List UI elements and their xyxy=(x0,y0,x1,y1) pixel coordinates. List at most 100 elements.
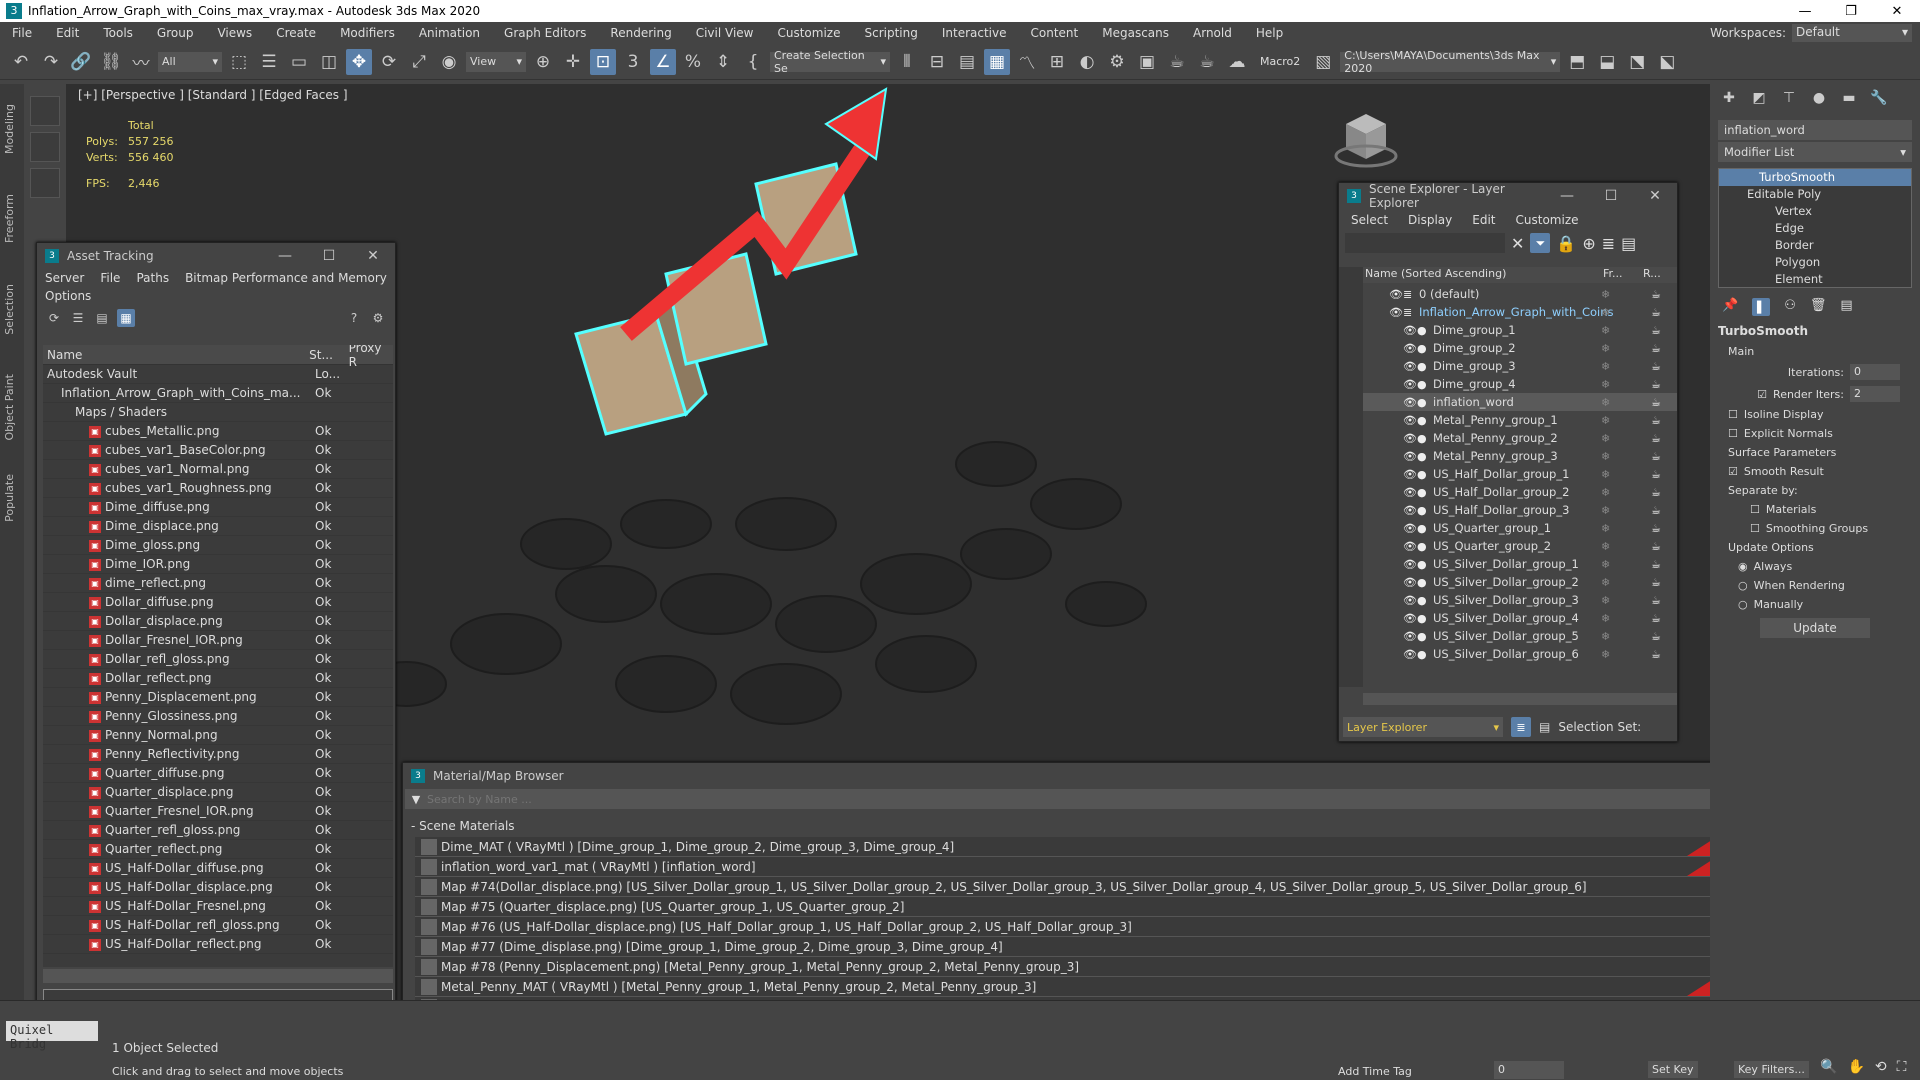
asset-row[interactable]: ▣ Dollar_diffuse.png Ok xyxy=(43,593,393,612)
options-arrow-icon[interactable]: ▼ xyxy=(405,793,427,806)
asset-row[interactable]: ▣ Dime_displace.png Ok xyxy=(43,517,393,536)
menu-file[interactable]: File xyxy=(0,26,44,40)
curve-editor-icon[interactable]: 〽 xyxy=(1014,49,1040,75)
add-time-tag[interactable]: Add Time Tag xyxy=(1338,1065,1412,1078)
isoline-row[interactable]: ☐ Isoline Display xyxy=(1710,405,1920,424)
scene-row[interactable]: 👁 ● US_Silver_Dollar_group_3 ❄ ☕ xyxy=(1363,591,1677,609)
asset-row[interactable]: ▣ Quarter_Fresnel_IOR.png Ok xyxy=(43,802,393,821)
scene-explorer-titlebar[interactable]: 3 Scene Explorer - Layer Explorer — ☐ ✕ xyxy=(1339,182,1677,210)
asset-row[interactable]: ▣ Dollar_Fresnel_IOR.png Ok xyxy=(43,631,393,650)
quixel-bridge-field[interactable]: Quixel Bridg xyxy=(6,1021,98,1051)
project-folder-icon[interactable]: ⬒ xyxy=(1564,49,1590,75)
material-search-input[interactable] xyxy=(427,792,1735,806)
visibility-eye-icon[interactable]: 👁 xyxy=(1389,306,1403,319)
scale-icon[interactable]: ⤢ xyxy=(406,49,432,75)
freeze-icon[interactable]: ❄ xyxy=(1601,486,1610,499)
ribbon-tool-1[interactable] xyxy=(30,96,60,126)
redo-icon[interactable]: ↷ xyxy=(38,49,64,75)
menu-options[interactable]: Options xyxy=(45,289,91,303)
renderable-icon[interactable]: ☕ xyxy=(1651,414,1661,427)
menu-tools[interactable]: Tools xyxy=(91,26,145,40)
asset-row[interactable]: ▣ Dollar_refl_gloss.png Ok xyxy=(43,650,393,669)
scene-row[interactable]: 👁 ● inflation_word ❄ ☕ xyxy=(1363,393,1677,411)
turbosmooth-rollout[interactable]: TurboSmooth xyxy=(1710,320,1920,342)
visibility-eye-icon[interactable]: 👁 xyxy=(1403,540,1417,553)
visibility-eye-icon[interactable]: 👁 xyxy=(1403,378,1417,391)
place-icon[interactable]: ◉ xyxy=(436,49,462,75)
spinner-snap-icon[interactable]: ⇕ xyxy=(710,49,736,75)
material-row[interactable]: Map #77 (Dime_displase.png) [Dime_group_… xyxy=(415,937,1725,957)
when-rendering-radio[interactable]: ○ xyxy=(1738,579,1748,592)
asset-row[interactable]: ▣ Dime_gloss.png Ok xyxy=(43,536,393,555)
scene-row[interactable]: 👁 ● Dime_group_1 ❄ ☕ xyxy=(1363,321,1677,339)
orbit-icon[interactable]: ⟲ xyxy=(1875,1059,1887,1075)
layers-toggle-icon[interactable]: ≣ xyxy=(1511,717,1531,737)
mirror-icon[interactable]: ⫴ xyxy=(894,49,920,75)
asset-row[interactable]: ▣ cubes_var1_BaseColor.png Ok xyxy=(43,441,393,460)
key-filters-button[interactable]: Key Filters... xyxy=(1734,1061,1809,1078)
freeze-icon[interactable]: ❄ xyxy=(1601,558,1610,571)
renderable-icon[interactable]: ☕ xyxy=(1651,558,1661,571)
visibility-eye-icon[interactable]: 👁 xyxy=(1403,612,1417,625)
table-view-icon[interactable]: ▦ xyxy=(117,309,135,327)
renderable-icon[interactable]: ☕ xyxy=(1651,468,1661,481)
settings-icon[interactable]: ⚙ xyxy=(369,309,387,327)
toggle-ribbon-icon[interactable]: ▦ xyxy=(984,48,1010,75)
modifier-stack[interactable]: TurboSmooth Editable Poly Vertex Edge Border… xyxy=(1718,168,1912,288)
asset-row[interactable]: ▣ US_Half-Dollar_refl_gloss.png Ok xyxy=(43,916,393,935)
create-tab-icon[interactable]: ✚ xyxy=(1718,90,1740,112)
select-object-icon[interactable]: ⬚ xyxy=(226,49,252,75)
remove-modifier-icon[interactable]: 🗑 xyxy=(1810,298,1827,316)
menu-paths[interactable]: Paths xyxy=(136,271,169,285)
menu-display[interactable]: Display xyxy=(1408,213,1452,227)
visibility-eye-icon[interactable]: 👁 xyxy=(1403,486,1417,499)
menu-scripting[interactable]: Scripting xyxy=(852,26,929,40)
pin-stack-icon[interactable]: 📌 xyxy=(1722,298,1738,316)
utilities-tab-icon[interactable]: 🔧 xyxy=(1868,90,1890,112)
workspaces-dropdown[interactable]: Default ▾ xyxy=(1792,24,1912,42)
renderable-icon[interactable]: ☕ xyxy=(1651,486,1661,499)
layer-explorer-icon[interactable]: ▤ xyxy=(954,49,980,75)
menu-bitmap-performance[interactable]: Bitmap Performance and Memory xyxy=(185,271,387,285)
when-rendering-row[interactable]: ○ When Rendering xyxy=(1710,576,1920,595)
scene-row[interactable]: 👁 ● Dime_group_3 ❄ ☕ xyxy=(1363,357,1677,375)
always-radio[interactable]: ◉ xyxy=(1738,560,1748,573)
menu-edit[interactable]: Edit xyxy=(1472,213,1495,227)
freeze-icon[interactable]: ❄ xyxy=(1601,288,1610,301)
renderable-icon[interactable]: ☕ xyxy=(1651,612,1661,625)
col-render[interactable]: R... xyxy=(1643,267,1661,283)
thumbnail-view-icon[interactable]: ▤ xyxy=(93,309,111,327)
asset-row[interactable]: ▣ Penny_Glossiness.png Ok xyxy=(43,707,393,726)
macro-icon[interactable]: ▧ xyxy=(1310,49,1336,75)
freeze-icon[interactable]: ❄ xyxy=(1601,378,1610,391)
visibility-eye-icon[interactable]: 👁 xyxy=(1403,558,1417,571)
asset-row[interactable]: ▣ Penny_Normal.png Ok xyxy=(43,726,393,745)
maximize-viewport-icon[interactable]: ⛶ xyxy=(1897,1059,1907,1075)
freeze-icon[interactable]: ❄ xyxy=(1601,504,1610,517)
hierarchy-tab-icon[interactable]: ⊤ xyxy=(1778,90,1800,112)
modifier-stack-item[interactable]: TurboSmooth xyxy=(1719,169,1911,186)
asset-row[interactable]: ▣ dime_reflect.png Ok xyxy=(43,574,393,593)
menu-rendering[interactable]: Rendering xyxy=(598,26,683,40)
freeze-icon[interactable]: ❄ xyxy=(1601,414,1610,427)
ribbon-tool-3[interactable] xyxy=(30,168,60,198)
asset-row[interactable]: ▣ Dollar_reflect.png Ok xyxy=(43,669,393,688)
scene-row[interactable]: 👁 ● US_Quarter_group_2 ❄ ☕ xyxy=(1363,537,1677,555)
asset-row[interactable]: ▣ US_Half-Dollar_Fresnel.png Ok xyxy=(43,897,393,916)
scene-row[interactable]: 👁 ● Dime_group_2 ❄ ☕ xyxy=(1363,339,1677,357)
visibility-eye-icon[interactable]: 👁 xyxy=(1403,432,1417,445)
iterations-spinner[interactable]: 0 xyxy=(1850,364,1900,380)
visibility-eye-icon[interactable]: 👁 xyxy=(1403,630,1417,643)
render-iters-spinner[interactable]: 2 xyxy=(1850,386,1900,402)
macro-label[interactable]: Macro2 xyxy=(1254,55,1306,68)
configure-sets-icon[interactable]: ▤ xyxy=(1840,298,1852,316)
smooth-result-checkbox[interactable]: ☑ xyxy=(1728,465,1738,478)
modifier-stack-item[interactable]: Border xyxy=(1719,237,1911,254)
asset-row[interactable]: ▣ Dime_diffuse.png Ok xyxy=(43,498,393,517)
material-row[interactable]: Map #74(Dollar_displace.png) [US_Silver_… xyxy=(415,877,1725,897)
freeze-icon[interactable]: ❄ xyxy=(1601,450,1610,463)
menu-group[interactable]: Group xyxy=(145,26,206,40)
visibility-eye-icon[interactable]: 👁 xyxy=(1403,360,1417,373)
modify-tab-icon[interactable]: ◩ xyxy=(1748,90,1770,112)
scene-row[interactable]: 👁 ● US_Quarter_group_1 ❄ ☕ xyxy=(1363,519,1677,537)
